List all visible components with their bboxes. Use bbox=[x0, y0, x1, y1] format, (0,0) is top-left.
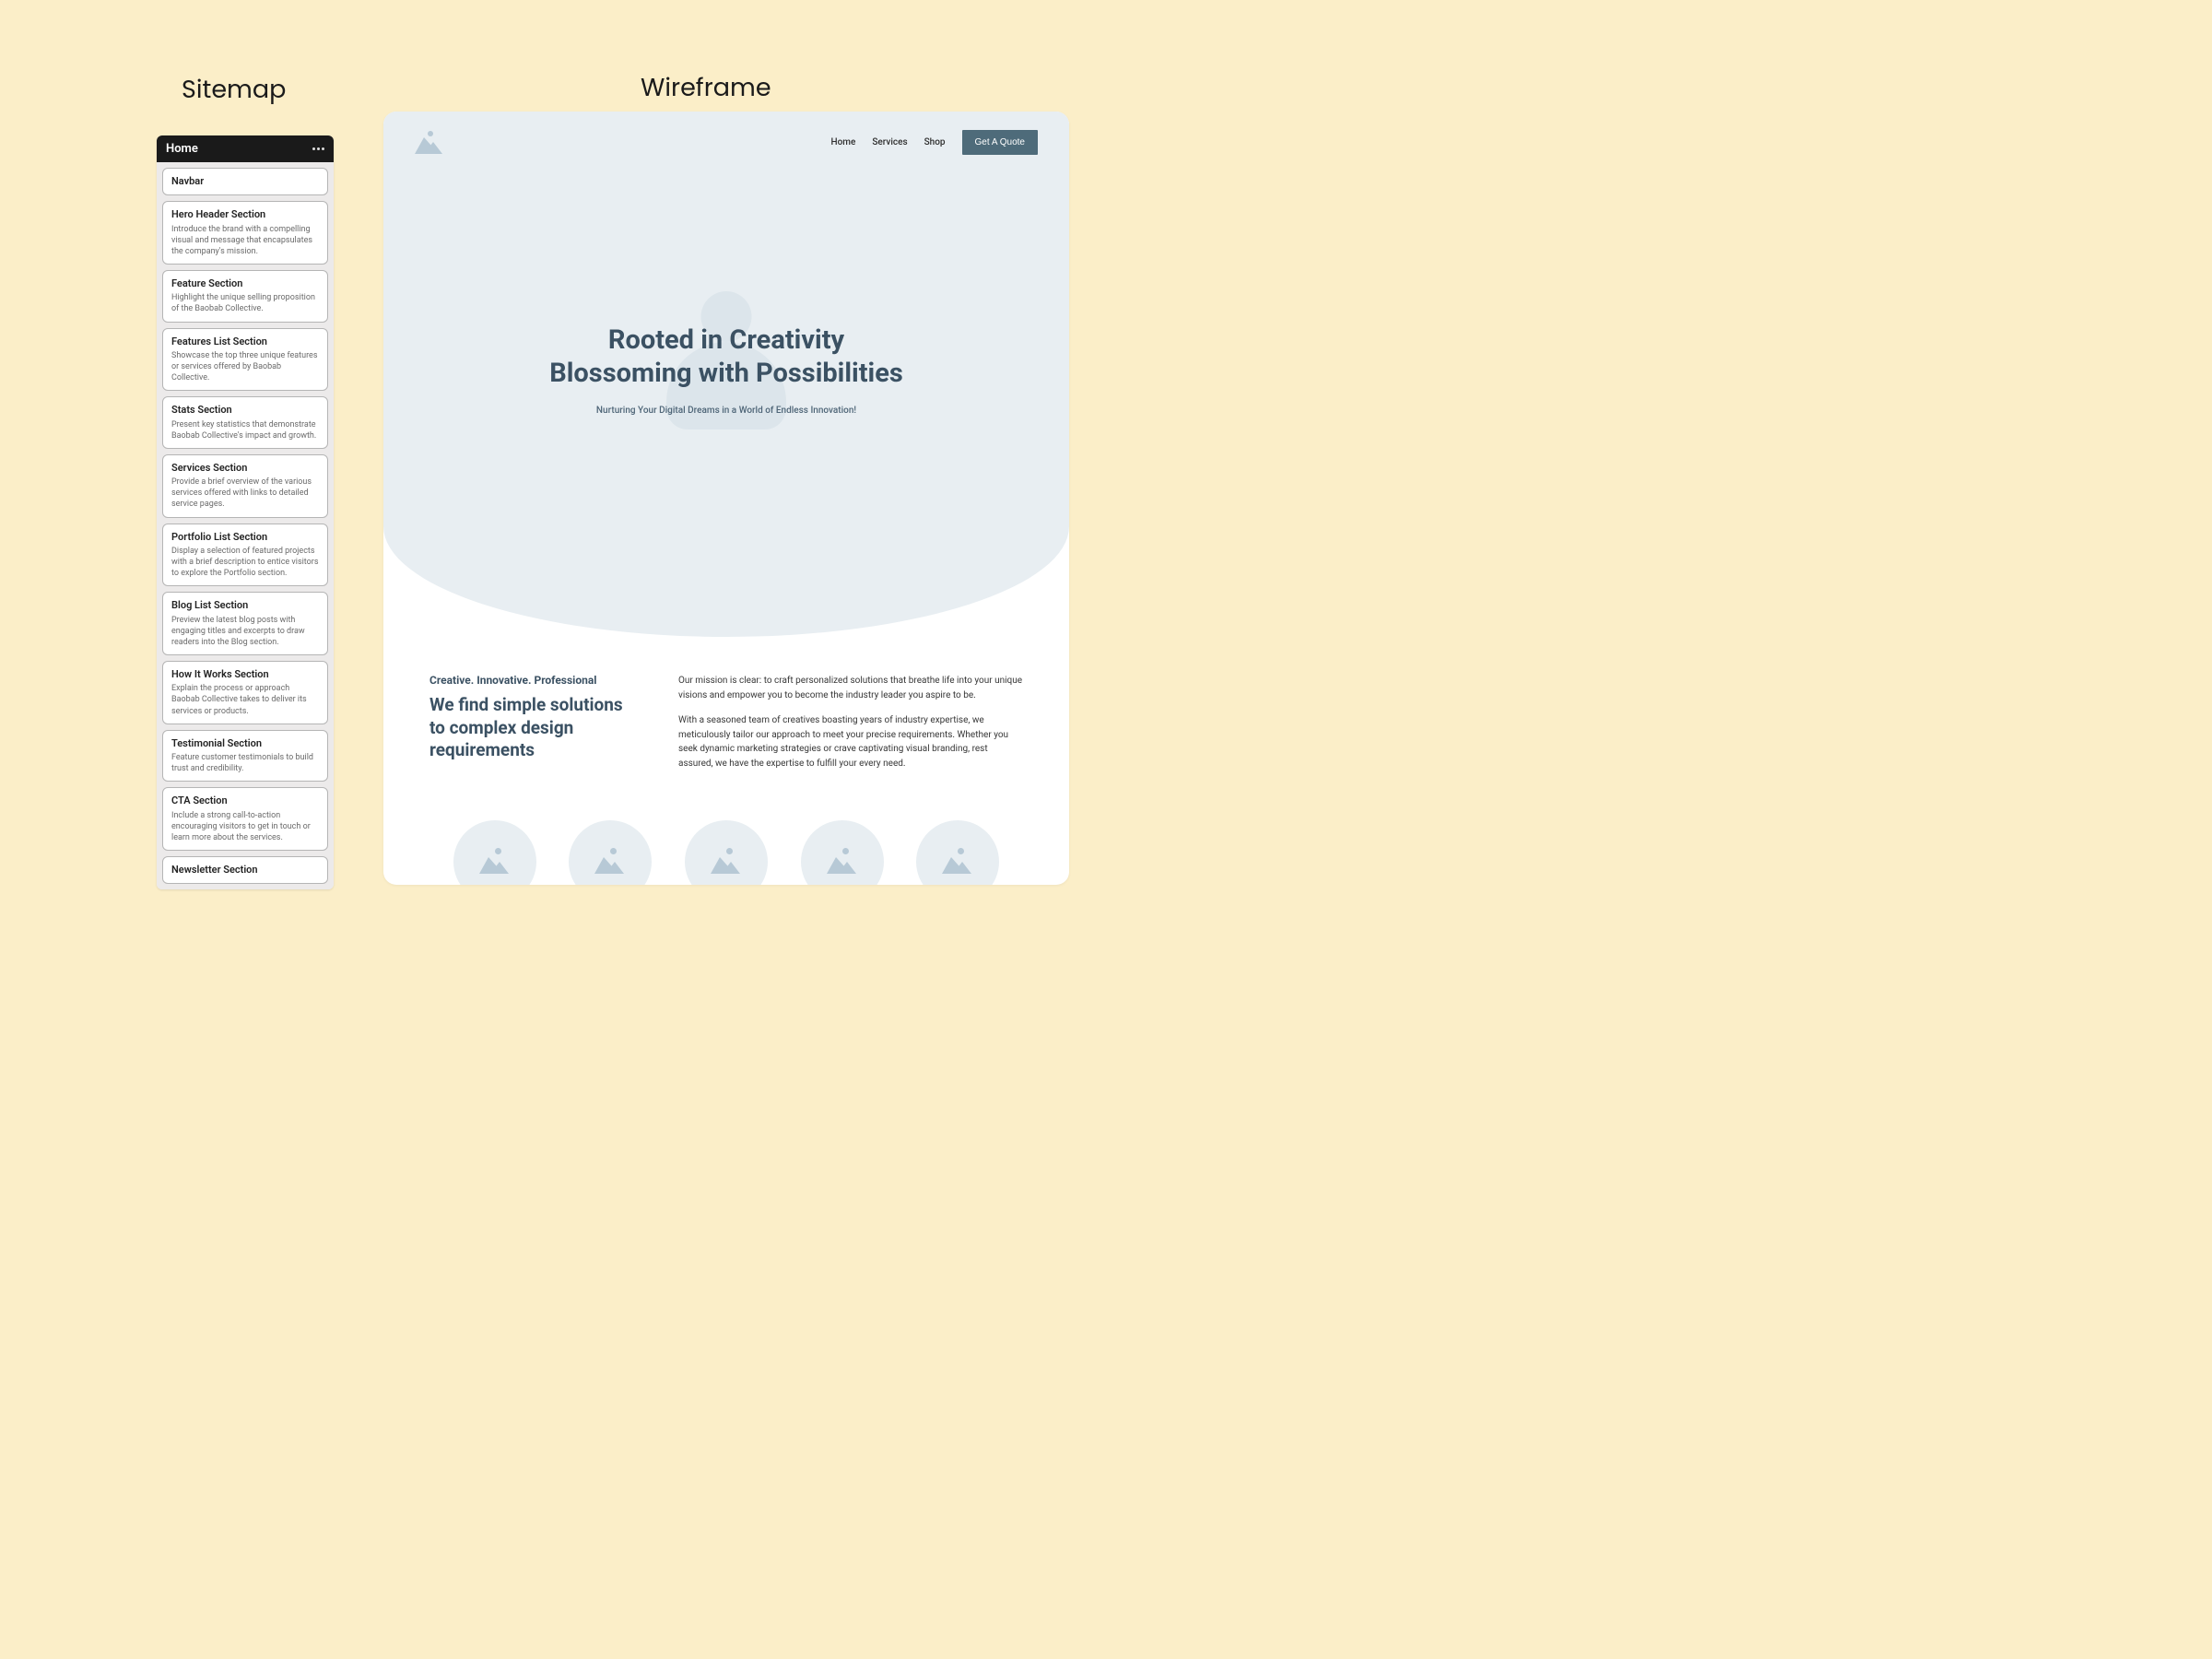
wireframe-panel: Home Services Shop Get A Quote Rooted in… bbox=[383, 112, 1069, 885]
logo-icon[interactable] bbox=[415, 131, 442, 154]
card-title: Testimonial Section bbox=[171, 737, 319, 750]
card-desc: Preview the latest blog posts with engag… bbox=[171, 615, 319, 648]
card-desc: Feature customer testimonials to build t… bbox=[171, 752, 319, 774]
sitemap-card[interactable]: Hero Header Section Introduce the brand … bbox=[162, 201, 328, 265]
card-desc: Provide a brief overview of the various … bbox=[171, 477, 319, 510]
hero-section: Home Services Shop Get A Quote Rooted in… bbox=[383, 112, 1069, 637]
card-desc: Display a selection of featured projects… bbox=[171, 546, 319, 579]
card-title: CTA Section bbox=[171, 794, 319, 807]
sitemap-card[interactable]: Navbar bbox=[162, 168, 328, 195]
card-title: Navbar bbox=[171, 175, 319, 188]
card-desc: Introduce the brand with a compelling vi… bbox=[171, 224, 319, 257]
get-quote-button[interactable]: Get A Quote bbox=[962, 130, 1038, 155]
feature-circle-icon bbox=[453, 820, 536, 885]
card-title: Services Section bbox=[171, 462, 319, 475]
sitemap-header: Home bbox=[157, 135, 334, 162]
card-title: Blog List Section bbox=[171, 599, 319, 612]
hero-subtitle: Nurturing Your Digital Dreams in a World… bbox=[418, 406, 1035, 416]
sitemap-card[interactable]: Features List Section Showcase the top t… bbox=[162, 328, 328, 392]
sitemap-body: Navbar Hero Header Section Introduce the… bbox=[157, 162, 334, 889]
more-icon[interactable] bbox=[312, 147, 324, 150]
nav-link-home[interactable]: Home bbox=[830, 137, 855, 147]
feature-circle-icon bbox=[916, 820, 999, 885]
card-title: Stats Section bbox=[171, 404, 319, 417]
card-title: Feature Section bbox=[171, 277, 319, 290]
card-desc: Present key statistics that demonstrate … bbox=[171, 419, 319, 441]
sitemap-card[interactable]: How It Works Section Explain the process… bbox=[162, 661, 328, 724]
feature-para-1: Our mission is clear: to craft personali… bbox=[678, 674, 1023, 702]
card-title: Portfolio List Section bbox=[171, 531, 319, 544]
card-desc: Include a strong call-to-action encourag… bbox=[171, 810, 319, 843]
sitemap-page-title: Home bbox=[166, 142, 198, 156]
navbar: Home Services Shop Get A Quote bbox=[383, 112, 1069, 155]
sitemap-card[interactable]: Feature Section Highlight the unique sel… bbox=[162, 270, 328, 323]
card-desc: Highlight the unique selling proposition… bbox=[171, 292, 319, 314]
feature-section: Creative. Innovative. Professional We fi… bbox=[383, 637, 1069, 782]
sitemap-card[interactable]: Stats Section Present key statistics tha… bbox=[162, 396, 328, 449]
sitemap-card[interactable]: Services Section Provide a brief overvie… bbox=[162, 454, 328, 518]
sitemap-heading: Sitemap bbox=[182, 72, 286, 109]
feature-left: Creative. Innovative. Professional We fi… bbox=[429, 674, 641, 782]
feature-right: Our mission is clear: to craft personali… bbox=[678, 674, 1023, 782]
sitemap-card[interactable]: Newsletter Section bbox=[162, 856, 328, 884]
sitemap-panel: Home Navbar Hero Header Section Introduc… bbox=[157, 135, 334, 889]
sitemap-card[interactable]: CTA Section Include a strong call-to-act… bbox=[162, 787, 328, 851]
sitemap-card[interactable]: Blog List Section Preview the latest blo… bbox=[162, 592, 328, 655]
feature-circle-icon bbox=[569, 820, 652, 885]
wireframe-heading: Wireframe bbox=[641, 70, 771, 107]
feature-circle-icon bbox=[685, 820, 768, 885]
nav-link-services[interactable]: Services bbox=[872, 137, 907, 147]
sitemap-card[interactable]: Testimonial Section Feature customer tes… bbox=[162, 730, 328, 782]
feature-title: We find simple solutions to complex desi… bbox=[429, 694, 641, 762]
card-title: Newsletter Section bbox=[171, 864, 319, 877]
feature-icons-row bbox=[383, 820, 1069, 885]
feature-para-2: With a seasoned team of creatives boasti… bbox=[678, 713, 1023, 771]
feature-circle-icon bbox=[801, 820, 884, 885]
card-title: Hero Header Section bbox=[171, 208, 319, 221]
nav-link-shop[interactable]: Shop bbox=[924, 137, 946, 147]
nav-right: Home Services Shop Get A Quote bbox=[830, 130, 1038, 155]
sitemap-card[interactable]: Portfolio List Section Display a selecti… bbox=[162, 524, 328, 587]
card-title: How It Works Section bbox=[171, 668, 319, 681]
card-desc: Explain the process or approach Baobab C… bbox=[171, 683, 319, 716]
card-title: Features List Section bbox=[171, 335, 319, 348]
card-desc: Showcase the top three unique features o… bbox=[171, 350, 319, 383]
feature-eyebrow: Creative. Innovative. Professional bbox=[429, 674, 641, 687]
hero-title: Rooted in Creativity Blossoming with Pos… bbox=[418, 324, 1035, 391]
hero-title-line1: Rooted in Creativity bbox=[608, 324, 844, 356]
hero-center: Rooted in Creativity Blossoming with Pos… bbox=[418, 324, 1035, 416]
hero-title-line2: Blossoming with Possibilities bbox=[549, 358, 903, 389]
